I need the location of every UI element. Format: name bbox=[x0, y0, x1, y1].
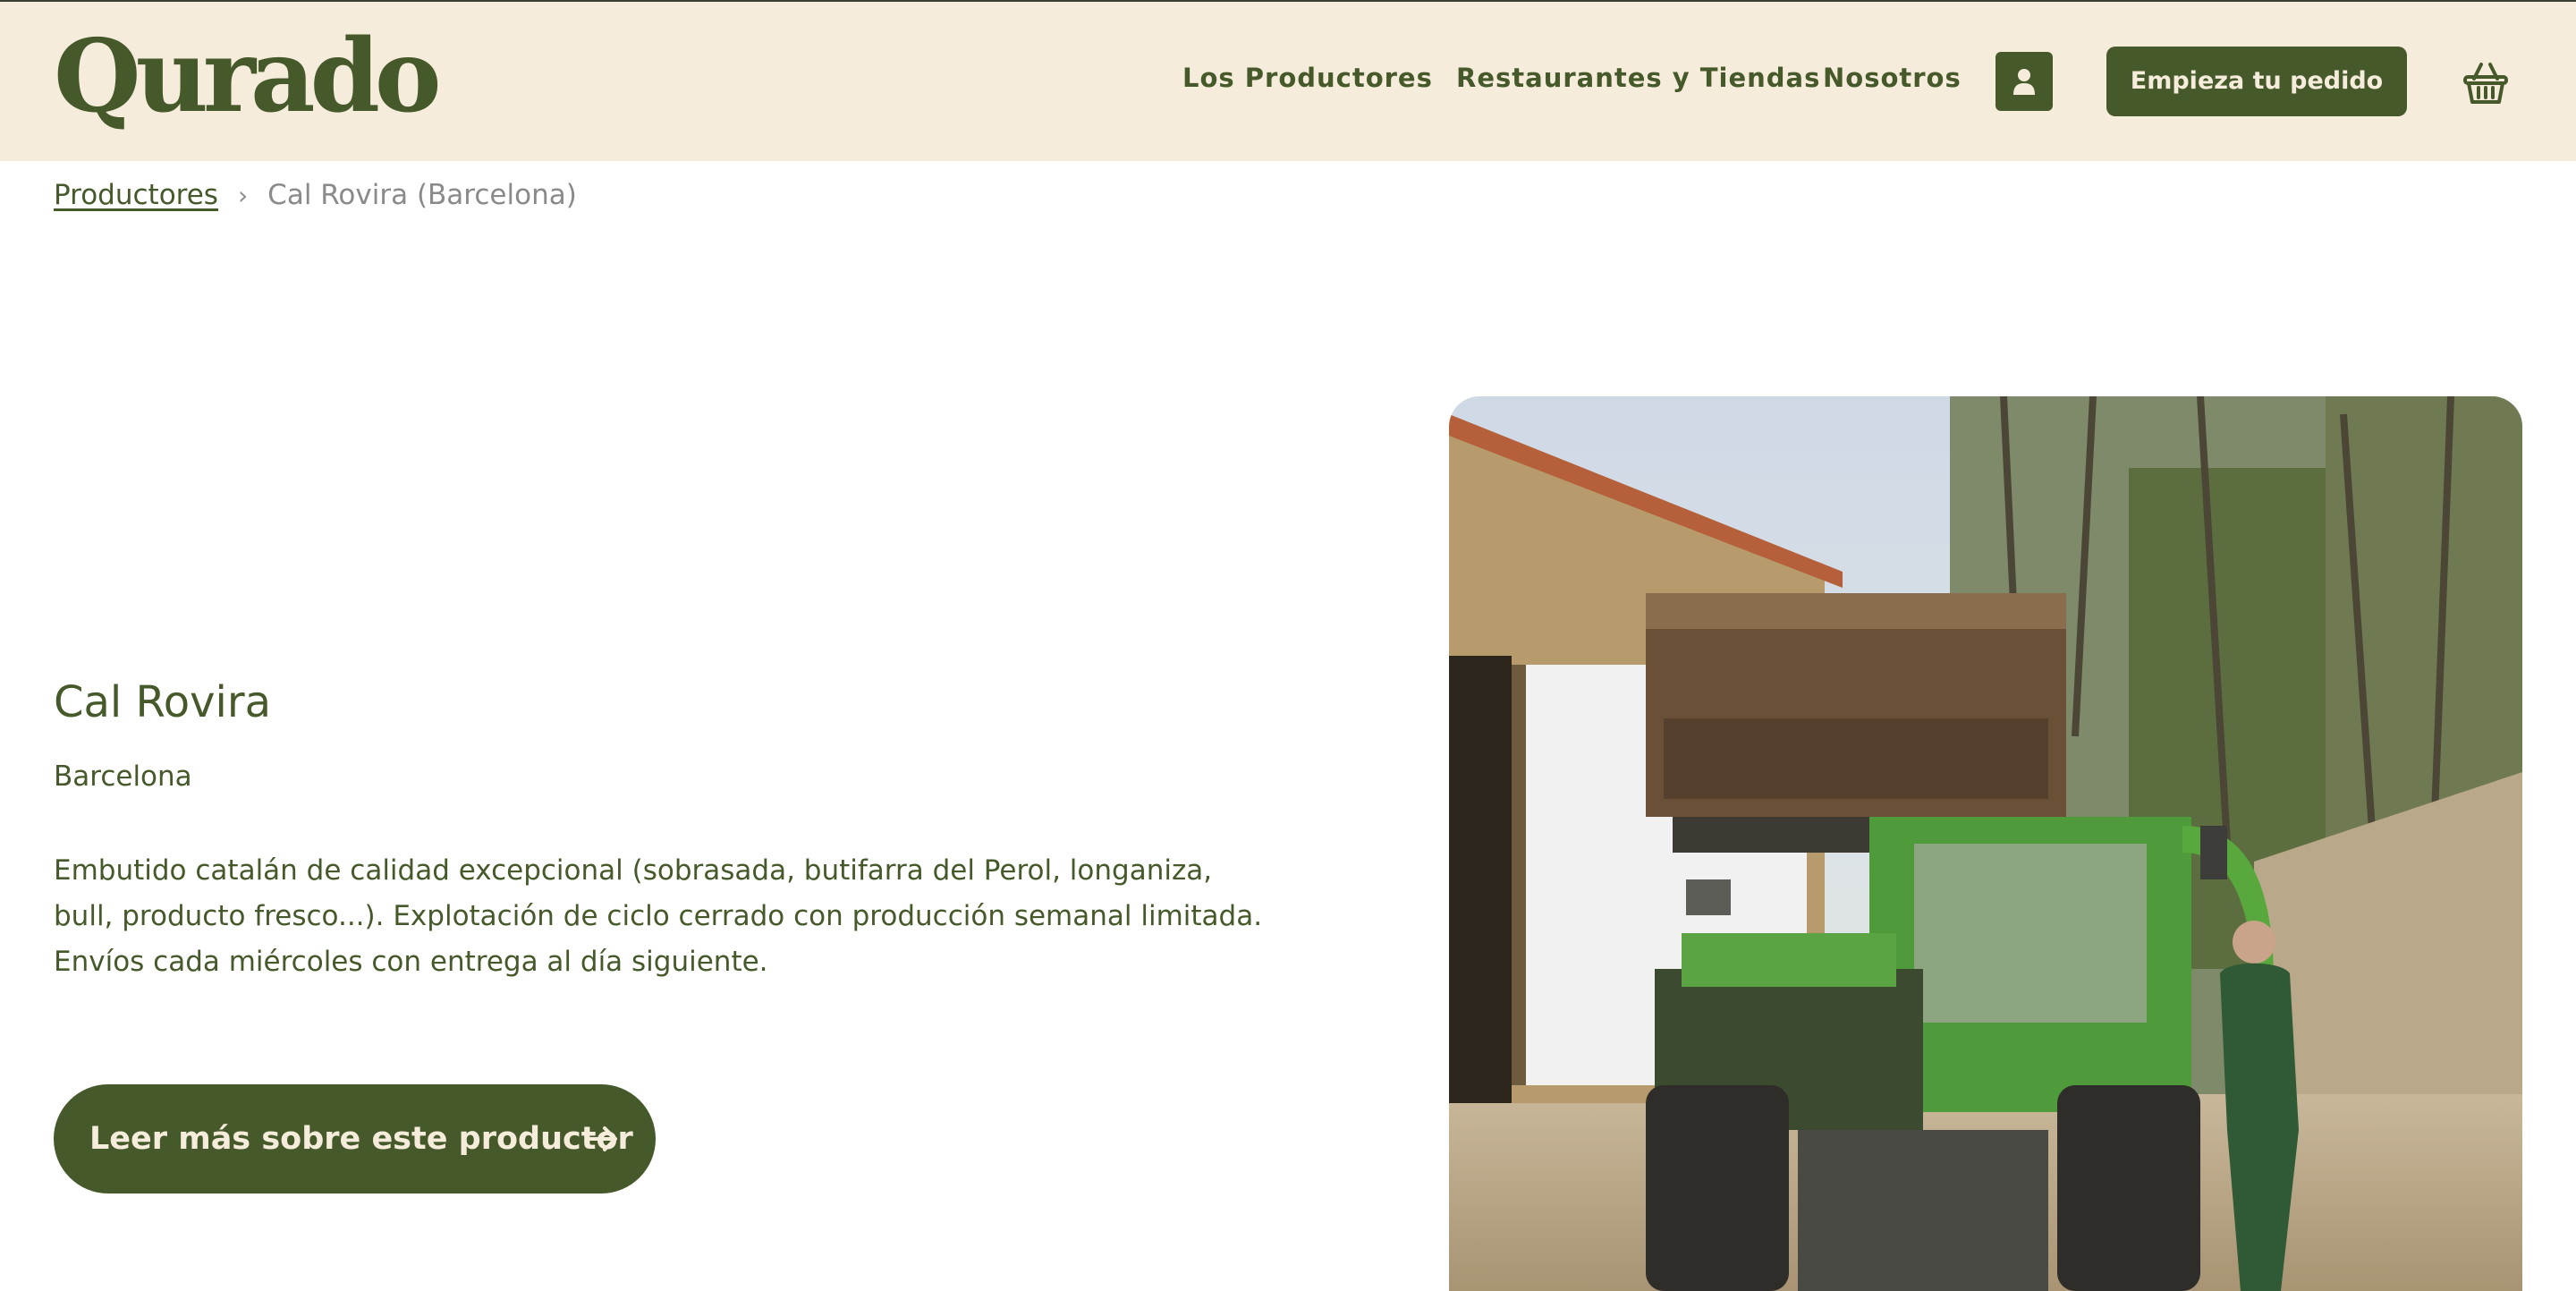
arrow-right-icon bbox=[589, 1126, 617, 1151]
site-header: Qurado Los Productores Restaurantes y Ti… bbox=[0, 2, 2576, 161]
user-icon bbox=[2013, 69, 2035, 95]
producer-region: Barcelona bbox=[54, 760, 192, 793]
producer-photo bbox=[1449, 396, 2522, 1291]
producer-name: Cal Rovira bbox=[54, 677, 271, 727]
basket-icon[interactable] bbox=[2462, 59, 2510, 107]
site-logo[interactable]: Qurado bbox=[54, 14, 442, 140]
nav-link-productores[interactable]: Los Productores bbox=[1182, 63, 1433, 93]
account-button[interactable] bbox=[1996, 52, 2053, 111]
producer-description: Embutido catalán de calidad excepcional … bbox=[54, 854, 1263, 978]
read-more-label: Leer más sobre este productor bbox=[89, 1121, 633, 1157]
breadcrumb-link-productores[interactable]: Productores bbox=[54, 179, 218, 211]
farm-tractor-photo bbox=[1449, 396, 2522, 1291]
breadcrumb: Productores › Cal Rovira (Barcelona) bbox=[54, 175, 577, 215]
breadcrumb-separator: › bbox=[237, 181, 249, 210]
nav-link-restaurantes[interactable]: Restaurantes y Tiendas bbox=[1456, 63, 1820, 93]
breadcrumb-current: Cal Rovira (Barcelona) bbox=[267, 179, 577, 211]
nav-link-nosotros[interactable]: Nosotros bbox=[1823, 63, 1962, 93]
read-more-button[interactable]: Leer más sobre este productor bbox=[54, 1084, 656, 1193]
start-order-button[interactable]: Empieza tu pedido bbox=[2106, 47, 2407, 116]
